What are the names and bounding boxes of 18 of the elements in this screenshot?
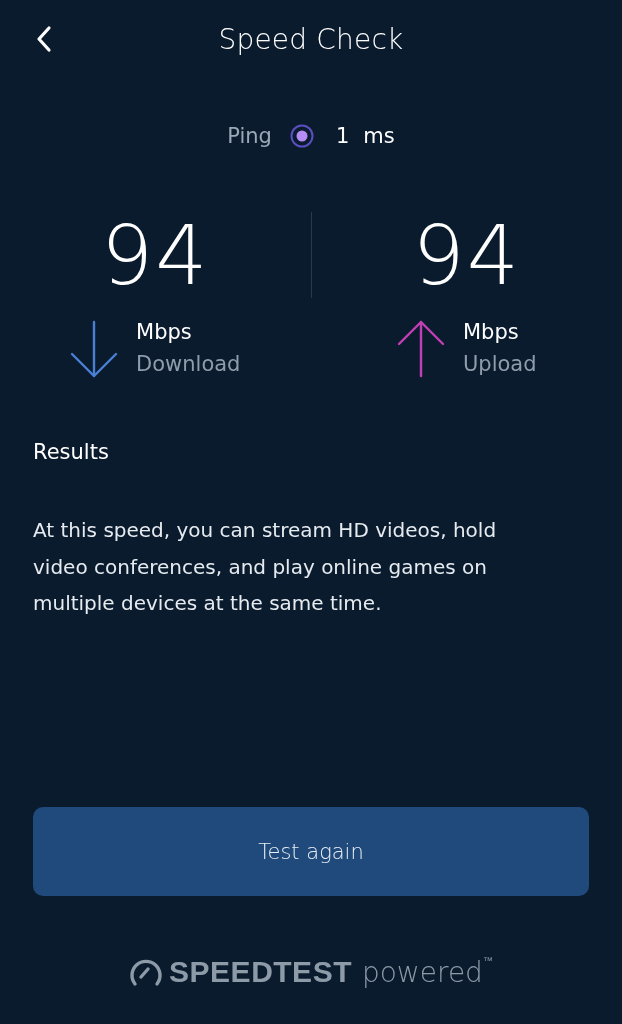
ping-unit: ms bbox=[363, 124, 395, 148]
powered-text: powered$^{™}$ bbox=[361, 955, 493, 989]
screen-title: Speed Check bbox=[218, 22, 404, 56]
chevron-left-icon bbox=[36, 25, 52, 53]
test-again-button[interactable]: Test again bbox=[33, 807, 589, 896]
speed-value: 94 bbox=[412, 208, 521, 304]
speed-unit: Mbps bbox=[462, 319, 520, 346]
speed-label: Download bbox=[136, 351, 241, 378]
speedtest-logo-text: SPEEDTEST bbox=[169, 955, 352, 989]
ping-value: 1 bbox=[335, 124, 350, 148]
speed-value: 94 bbox=[101, 208, 210, 304]
gauge-icon bbox=[129, 957, 164, 987]
ping-dot-icon bbox=[289, 124, 314, 148]
speed-label: Upload bbox=[462, 351, 537, 378]
results-heading: Results bbox=[33, 440, 109, 464]
results-text: At this speed, you can stream HD videos, hold video conferences, and play online games on multiple devices at the same time. bbox=[33, 517, 498, 617]
ping-label: Ping bbox=[227, 124, 272, 148]
speed-unit: Mbps bbox=[136, 319, 193, 346]
